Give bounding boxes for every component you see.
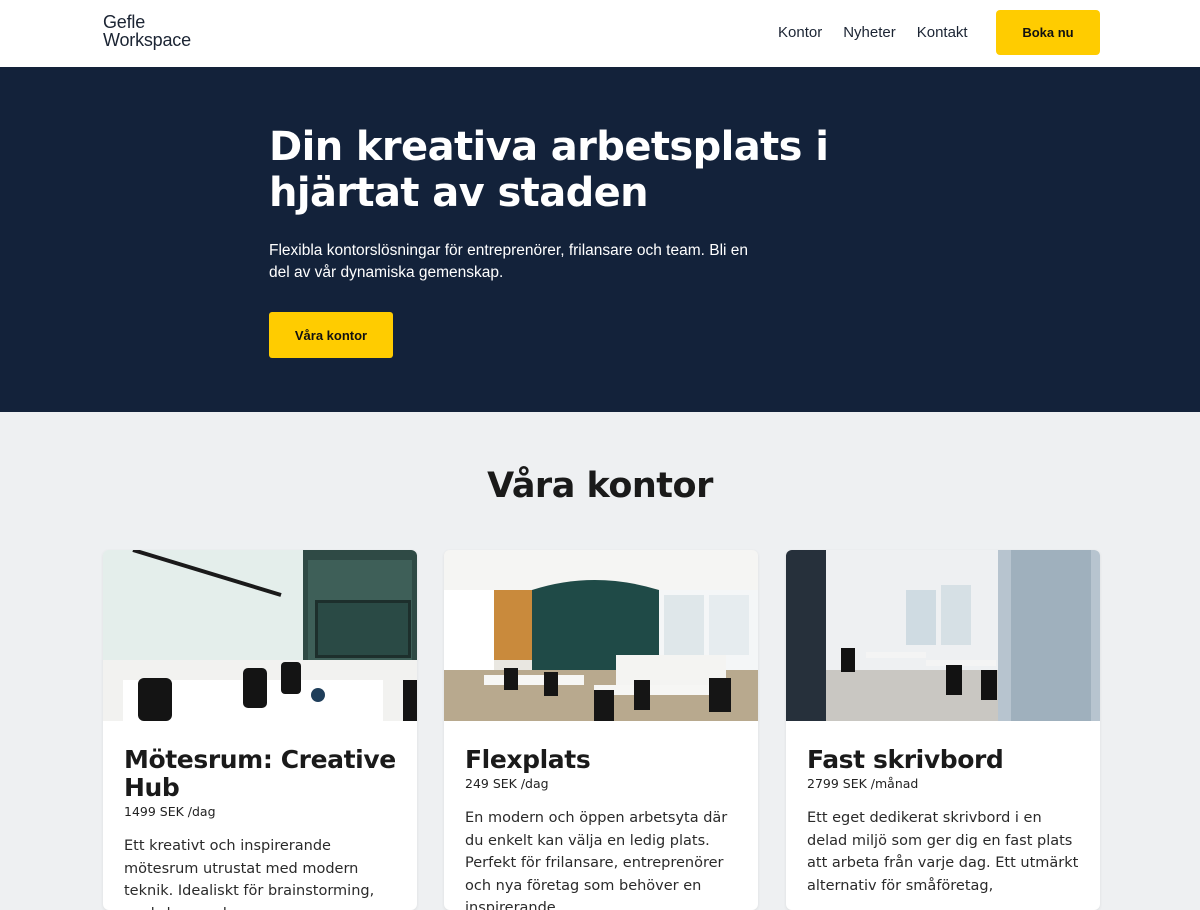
nav-link-kontor[interactable]: Kontor <box>778 24 822 42</box>
hero-section: Din kreativa arbetsplats i hjärtat av st… <box>0 67 1200 412</box>
site-header: Gefle Workspace Kontor Nyheter Kontakt B… <box>0 0 1200 67</box>
office-price: 2799 SEK /månad <box>807 776 919 791</box>
office-card-fast-skrivbord[interactable]: Fast skrivbord 2799 SEK /månad Ett eget … <box>786 550 1100 910</box>
logo[interactable]: Gefle Workspace <box>103 13 191 49</box>
section-title: Våra kontor <box>487 466 713 506</box>
our-offices-button[interactable]: Våra kontor <box>269 312 393 358</box>
hero-title: Din kreativa arbetsplats i hjärtat av st… <box>269 124 829 216</box>
office-price: 1499 SEK /dag <box>124 804 216 819</box>
office-description: Ett kreativt och inspirerande mötesrum u… <box>124 838 375 910</box>
main-nav: Kontor Nyheter Kontakt <box>778 24 989 42</box>
office-card-flexplats[interactable]: Flexplats 249 SEK /dag En modern och öpp… <box>444 550 758 910</box>
office-card-meeting-room[interactable]: Mötesrum: Creative Hub 1499 SEK /dag Ett… <box>103 550 417 910</box>
office-price: 249 SEK /dag <box>465 776 549 791</box>
logo-line-2: Workspace <box>103 30 191 50</box>
book-now-button[interactable]: Boka nu <box>996 10 1100 55</box>
logo-line-1: Gefle <box>103 12 146 32</box>
office-image-meeting-room <box>103 550 417 721</box>
office-title: Mötesrum: Creative Hub <box>124 745 396 802</box>
office-title: Flexplats <box>465 745 591 774</box>
office-image-flexplats <box>444 550 758 721</box>
hero-subtitle: Flexibla kontorslösningar för entreprenö… <box>269 242 749 281</box>
office-description: Ett eget dedikerat skrivbord i en delad … <box>807 810 1079 894</box>
office-title: Fast skrivbord <box>807 745 1004 774</box>
nav-link-kontakt[interactable]: Kontakt <box>917 24 968 42</box>
office-description: En modern och öppen arbetsyta där du enk… <box>465 810 728 910</box>
office-image-fast-skrivbord <box>786 550 1100 721</box>
nav-link-nyheter[interactable]: Nyheter <box>843 24 896 42</box>
